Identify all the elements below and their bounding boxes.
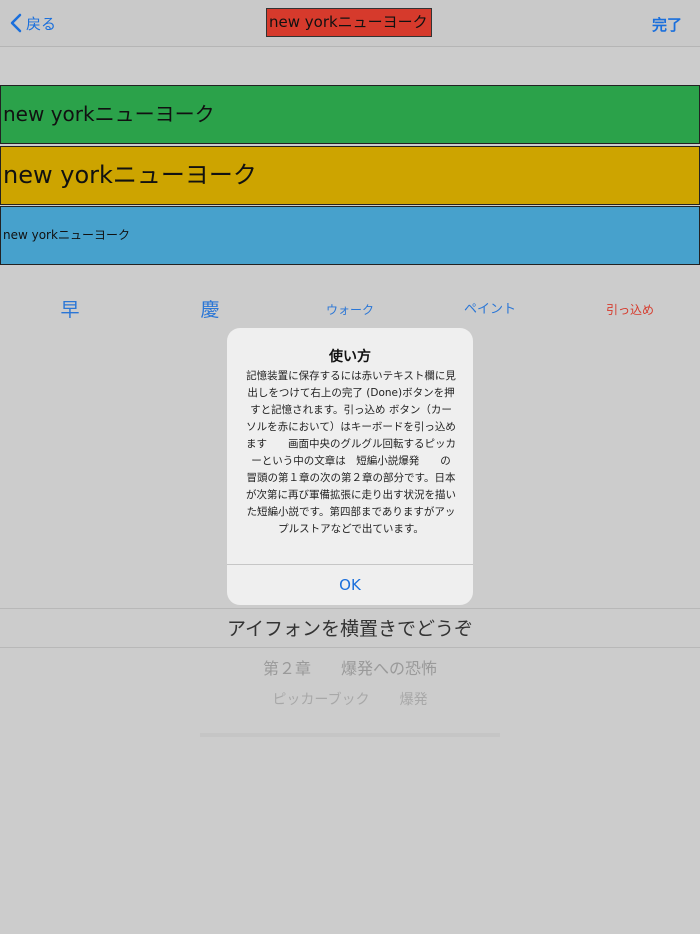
text-bar-label: new yorkニューヨーク <box>3 228 130 242</box>
picker-divider <box>0 608 700 609</box>
text-bar-yellow[interactable]: new yorkニューヨーク <box>0 146 700 205</box>
text-bar-label: new yorkニューヨーク <box>3 102 215 126</box>
ok-button[interactable]: OK <box>227 565 473 605</box>
picker-row-item: ピッカーブック <box>272 692 370 708</box>
text-bar-green[interactable]: new yorkニューヨーク <box>0 85 700 144</box>
back-label: 戻る <box>26 14 57 33</box>
alert-dialog: 使い方 記憶装置に保存するには赤いテキスト欄に見出しをつけて右上の完了 (Don… <box>227 328 473 605</box>
text-bar-label: new yorkニューヨーク <box>3 161 257 189</box>
title-input[interactable]: new yorkニューヨーク <box>266 8 432 37</box>
picker-faded-row <box>200 733 500 737</box>
picker-wheel[interactable]: アイフォンを横置きでどうぞ 第２章 爆発への恐怖 ピッカーブック 爆発 <box>0 595 700 755</box>
tool-button-walk[interactable]: ウォーク <box>280 296 420 324</box>
picker-row[interactable]: 第２章 爆発への恐怖 <box>0 655 700 679</box>
done-button[interactable]: 完了 <box>652 14 682 35</box>
picker-divider <box>0 647 700 648</box>
tool-button-haya[interactable]: 早 <box>0 296 140 324</box>
picker-selected-row[interactable]: アイフォンを横置きでどうぞ <box>0 614 700 641</box>
picker-row-item: 爆発への恐怖 <box>341 659 438 678</box>
navigation-bar: 戻る new yorkニューヨーク 完了 <box>0 0 700 47</box>
toolbar: 早 慶 ウォーク ペイント 引っ込め <box>0 296 700 326</box>
tool-button-kei[interactable]: 慶 <box>140 296 280 324</box>
picker-row-item: 爆発 <box>399 692 428 708</box>
dialog-title: 使い方 <box>329 349 371 365</box>
back-button[interactable]: 戻る <box>10 12 56 34</box>
picker-row-item: 第２章 <box>262 659 311 678</box>
dialog-message: 記憶装置に保存するには赤いテキスト欄に見出しをつけて右上の完了 (Done)ボタ… <box>246 370 462 535</box>
chevron-left-icon <box>10 13 22 33</box>
tool-button-paint[interactable]: ペイント <box>420 296 560 324</box>
picker-row[interactable]: ピッカーブック 爆発 <box>0 689 700 709</box>
tool-button-hide-keyboard[interactable]: 引っ込め <box>560 296 700 324</box>
text-bar-blue[interactable]: new yorkニューヨーク <box>0 206 700 265</box>
